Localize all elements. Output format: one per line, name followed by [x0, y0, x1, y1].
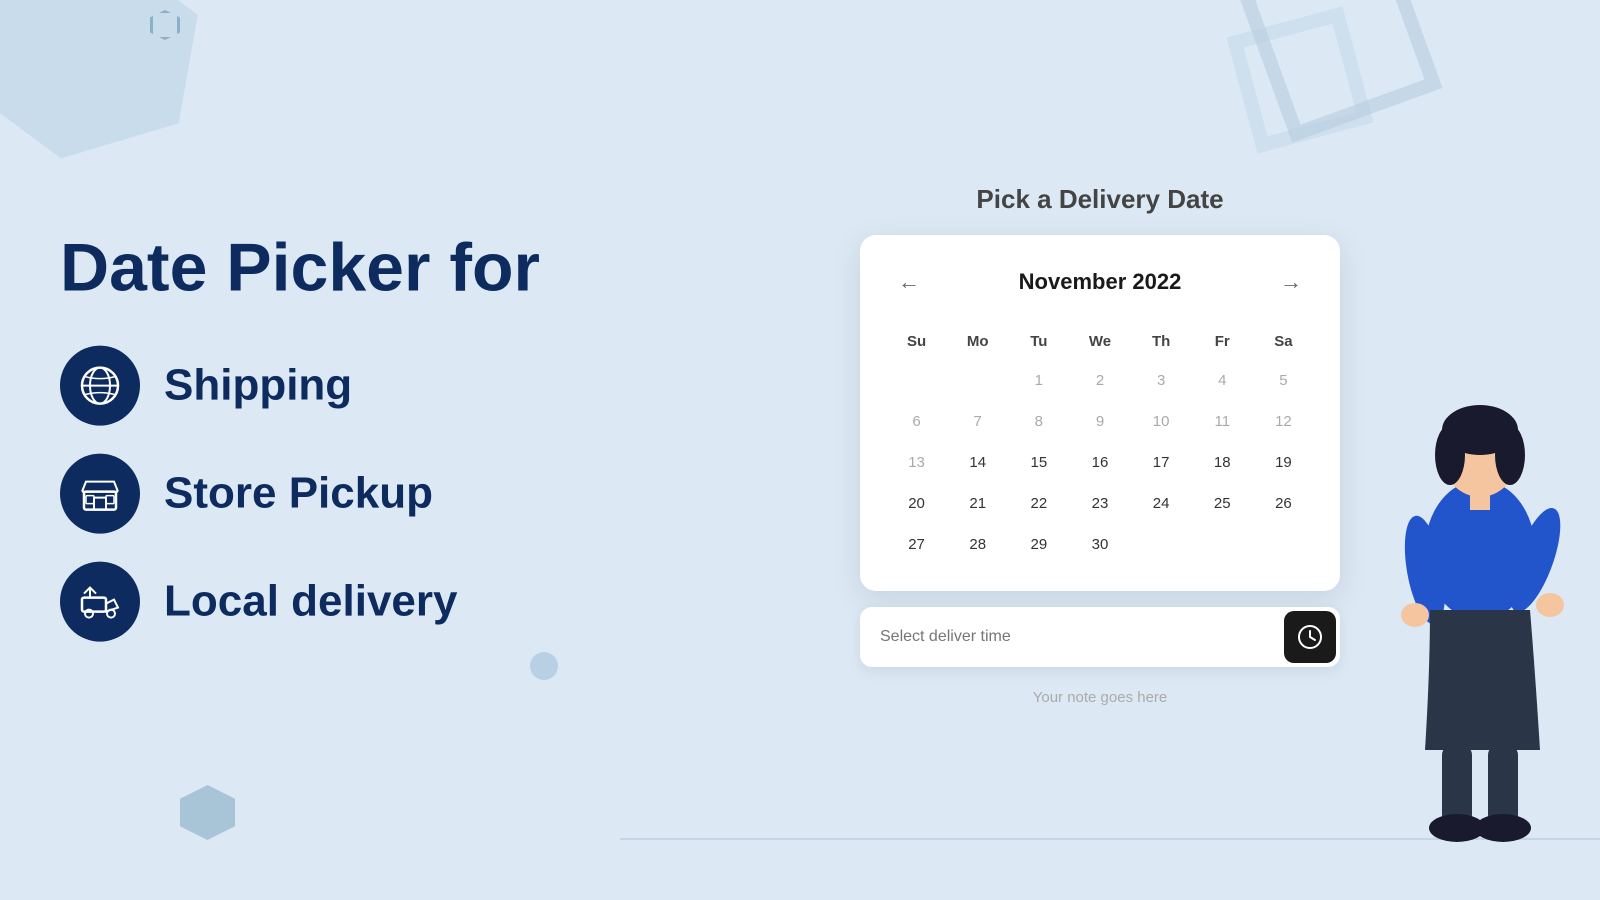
- day-empty: [1133, 526, 1190, 563]
- time-clock-button[interactable]: [1284, 611, 1336, 663]
- day-empty: [1194, 526, 1251, 563]
- clock-icon: [1297, 624, 1323, 650]
- day-cell: 10: [1133, 403, 1190, 440]
- day-cell-available[interactable]: 27: [888, 526, 945, 563]
- day-cell: 9: [1071, 403, 1128, 440]
- hex-outline-top: [150, 10, 180, 40]
- prev-month-button[interactable]: ←: [888, 263, 930, 301]
- day-cell: 3: [1133, 362, 1190, 399]
- day-cell: 8: [1010, 403, 1067, 440]
- day-empty: [888, 362, 945, 399]
- main-title: Date Picker for: [60, 231, 640, 306]
- local-delivery-label: Local delivery: [164, 576, 457, 626]
- feature-store-pickup: Store Pickup: [60, 453, 640, 533]
- store-pickup-label: Store Pickup: [164, 468, 433, 518]
- right-section: Pick a Delivery Date ← November 2022 → S…: [860, 184, 1340, 716]
- local-delivery-icon: [60, 561, 140, 641]
- day-empty: [949, 362, 1006, 399]
- day-cell-available[interactable]: 19: [1255, 444, 1312, 481]
- day-cell: 12: [1255, 403, 1312, 440]
- stripe-topright: [1237, 0, 1442, 143]
- day-cell: 1: [1010, 362, 1067, 399]
- shipping-icon: [60, 345, 140, 425]
- note-placeholder: Your note goes here: [860, 679, 1340, 716]
- day-cell: 2: [1071, 362, 1128, 399]
- day-cell: 4: [1194, 362, 1251, 399]
- shipping-label: Shipping: [164, 360, 352, 410]
- day-cell-available[interactable]: 25: [1194, 485, 1251, 522]
- month-year-label: November 2022: [1019, 269, 1182, 295]
- day-cell-available[interactable]: 18: [1194, 444, 1251, 481]
- day-cell: 7: [949, 403, 1006, 440]
- day-cell-available[interactable]: 24: [1133, 485, 1190, 522]
- calendar-nav: ← November 2022 →: [888, 263, 1312, 301]
- next-month-button[interactable]: →: [1270, 263, 1312, 301]
- day-cell: 13: [888, 444, 945, 481]
- day-cell-available[interactable]: 30: [1071, 526, 1128, 563]
- day-cell-available[interactable]: 28: [949, 526, 1006, 563]
- day-cell-available[interactable]: 29: [1010, 526, 1067, 563]
- hex-bg-topleft: [0, 0, 207, 177]
- time-section: [860, 607, 1340, 667]
- store-pickup-icon: [60, 453, 140, 533]
- day-cell: 11: [1194, 403, 1251, 440]
- left-section: Date Picker for Shipping Store Pic: [60, 231, 640, 670]
- day-cell-available[interactable]: 21: [949, 485, 1006, 522]
- time-input[interactable]: [864, 614, 1284, 660]
- day-header-mo: Mo: [949, 325, 1006, 358]
- calendar-card: ← November 2022 → Su Mo Tu We Th Fr Sa 1…: [860, 235, 1340, 591]
- day-empty: [1255, 526, 1312, 563]
- day-cell-available[interactable]: 15: [1010, 444, 1067, 481]
- day-header-fr: Fr: [1194, 325, 1251, 358]
- day-cell: 6: [888, 403, 945, 440]
- day-cell-available[interactable]: 14: [949, 444, 1006, 481]
- day-header-we: We: [1071, 325, 1128, 358]
- feature-local-delivery: Local delivery: [60, 561, 640, 641]
- day-cell-available[interactable]: 26: [1255, 485, 1312, 522]
- calendar-grid: Su Mo Tu We Th Fr Sa 1 2 3 4 5 6 7 8 9 1…: [888, 325, 1312, 563]
- stripe-topright2: [1227, 7, 1374, 154]
- day-header-tu: Tu: [1010, 325, 1067, 358]
- day-header-th: Th: [1133, 325, 1190, 358]
- day-cell-available[interactable]: 20: [888, 485, 945, 522]
- day-cell-available[interactable]: 23: [1071, 485, 1128, 522]
- person-illustration: [1370, 350, 1590, 850]
- calendar-title: Pick a Delivery Date: [860, 184, 1340, 215]
- hex-bottomleft: [180, 785, 235, 840]
- day-cell: 5: [1255, 362, 1312, 399]
- day-header-su: Su: [888, 325, 945, 358]
- day-cell-available[interactable]: 17: [1133, 444, 1190, 481]
- feature-shipping: Shipping: [60, 345, 640, 425]
- day-cell-available[interactable]: 16: [1071, 444, 1128, 481]
- day-cell-available[interactable]: 22: [1010, 485, 1067, 522]
- day-header-sa: Sa: [1255, 325, 1312, 358]
